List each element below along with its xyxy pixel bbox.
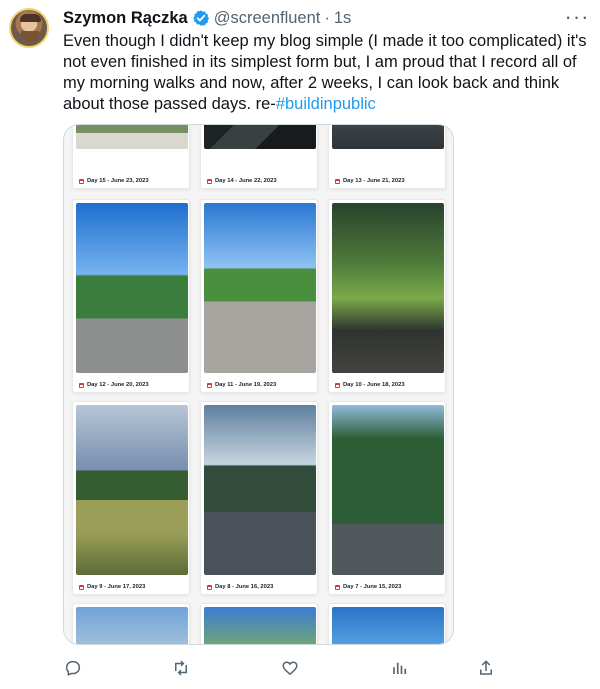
walk-photo <box>204 607 316 644</box>
photo-date: Day 10 - June 18, 2023 <box>343 382 405 388</box>
photo-caption: Day 7 - June 15, 2023 <box>335 584 401 590</box>
calendar-icon <box>79 178 84 184</box>
photo-date: Day 9 - June 17, 2023 <box>87 584 146 590</box>
calendar-icon <box>207 178 212 184</box>
photo-card[interactable]: Day 9 - June 17, 2023 <box>72 401 190 595</box>
tweet-header: Szymon Rączka @screenfluent · 1s <box>63 7 351 29</box>
photo-card[interactable] <box>72 603 190 644</box>
photo-card[interactable] <box>200 603 318 644</box>
bar-chart-icon <box>393 662 407 674</box>
tweet-media[interactable]: Day 15 - June 23, 2023 Day 14 - June 22, … <box>63 124 454 645</box>
photo-caption: Day 12 - June 20, 2023 <box>79 382 149 388</box>
calendar-icon <box>207 584 212 590</box>
photo-card[interactable] <box>328 603 446 644</box>
share-icon <box>480 660 492 675</box>
author-name[interactable]: Szymon Rączka <box>63 9 188 28</box>
walk-photo <box>332 607 444 644</box>
avatar-beard <box>21 31 39 42</box>
tweet-actions <box>62 657 496 679</box>
walk-photo <box>76 125 188 149</box>
photo-card[interactable]: Day 14 - June 22, 2023 <box>200 125 318 189</box>
separator-dot: · <box>324 8 330 27</box>
photo-caption: Day 9 - June 17, 2023 <box>79 584 145 590</box>
share-button[interactable] <box>475 657 497 679</box>
photo-caption: Day 14 - June 22, 2023 <box>207 178 277 184</box>
walk-photo <box>204 125 316 149</box>
author-handle[interactable]: @screenfluent <box>214 9 321 28</box>
photo-card[interactable]: Day 10 - June 18, 2023 <box>328 199 446 393</box>
photo-card[interactable]: Day 13 - June 21, 2023 <box>328 125 446 189</box>
walk-photo <box>204 203 316 373</box>
verified-badge-icon <box>192 10 209 26</box>
views-button[interactable] <box>389 657 411 679</box>
photo-card[interactable]: Day 11 - June 19, 2023 <box>200 199 318 393</box>
retweet-button[interactable] <box>170 657 192 679</box>
photo-card[interactable]: Day 12 - June 20, 2023 <box>72 199 190 393</box>
avatar[interactable] <box>9 8 49 48</box>
photo-card[interactable]: Day 7 - June 15, 2023 <box>328 401 446 595</box>
calendar-icon <box>79 584 84 590</box>
photo-card[interactable]: Day 8 - June 16, 2023 <box>200 401 318 595</box>
walk-photo <box>332 125 444 149</box>
tweet-text: Even though I didn't keep my blog simple… <box>63 31 588 115</box>
reply-button[interactable] <box>62 657 84 679</box>
heart-icon <box>282 661 298 676</box>
walk-photo <box>332 203 444 373</box>
photo-date: Day 13 - June 21, 2023 <box>343 178 405 184</box>
photo-card[interactable]: Day 15 - June 23, 2023 <box>72 125 190 189</box>
photo-date: Day 8 - June 16, 2023 <box>215 584 274 590</box>
photo-date: Day 7 - June 15, 2023 <box>343 584 402 590</box>
walk-photo <box>76 405 188 575</box>
calendar-icon <box>207 382 212 388</box>
tweet-time[interactable]: 1s <box>334 9 351 28</box>
calendar-icon <box>335 382 340 388</box>
walk-photo <box>204 405 316 575</box>
photo-caption: Day 10 - June 18, 2023 <box>335 382 405 388</box>
photo-caption: Day 15 - June 23, 2023 <box>79 178 149 184</box>
photo-caption: Day 13 - June 21, 2023 <box>335 178 405 184</box>
reply-icon <box>65 660 81 676</box>
tweet: Szymon Rączka @screenfluent · 1s ··· Eve… <box>0 0 600 689</box>
photo-date: Day 14 - June 22, 2023 <box>215 178 277 184</box>
walk-photo <box>76 607 188 644</box>
photo-caption: Day 8 - June 16, 2023 <box>207 584 273 590</box>
walk-photo <box>332 405 444 575</box>
hashtag-link[interactable]: #buildinpublic <box>276 95 376 113</box>
retweet-icon <box>175 660 187 676</box>
calendar-icon <box>79 382 84 388</box>
avatar-hair <box>20 14 41 22</box>
photo-caption: Day 11 - June 19, 2023 <box>207 382 276 388</box>
more-options-button[interactable]: ··· <box>565 4 589 29</box>
calendar-icon <box>335 178 340 184</box>
calendar-icon <box>335 584 340 590</box>
photo-date: Day 11 - June 19, 2023 <box>215 382 277 388</box>
like-button[interactable] <box>279 657 301 679</box>
photo-date: Day 12 - June 20, 2023 <box>87 382 149 388</box>
walk-photo <box>76 203 188 373</box>
photo-date: Day 15 - June 23, 2023 <box>87 178 149 184</box>
